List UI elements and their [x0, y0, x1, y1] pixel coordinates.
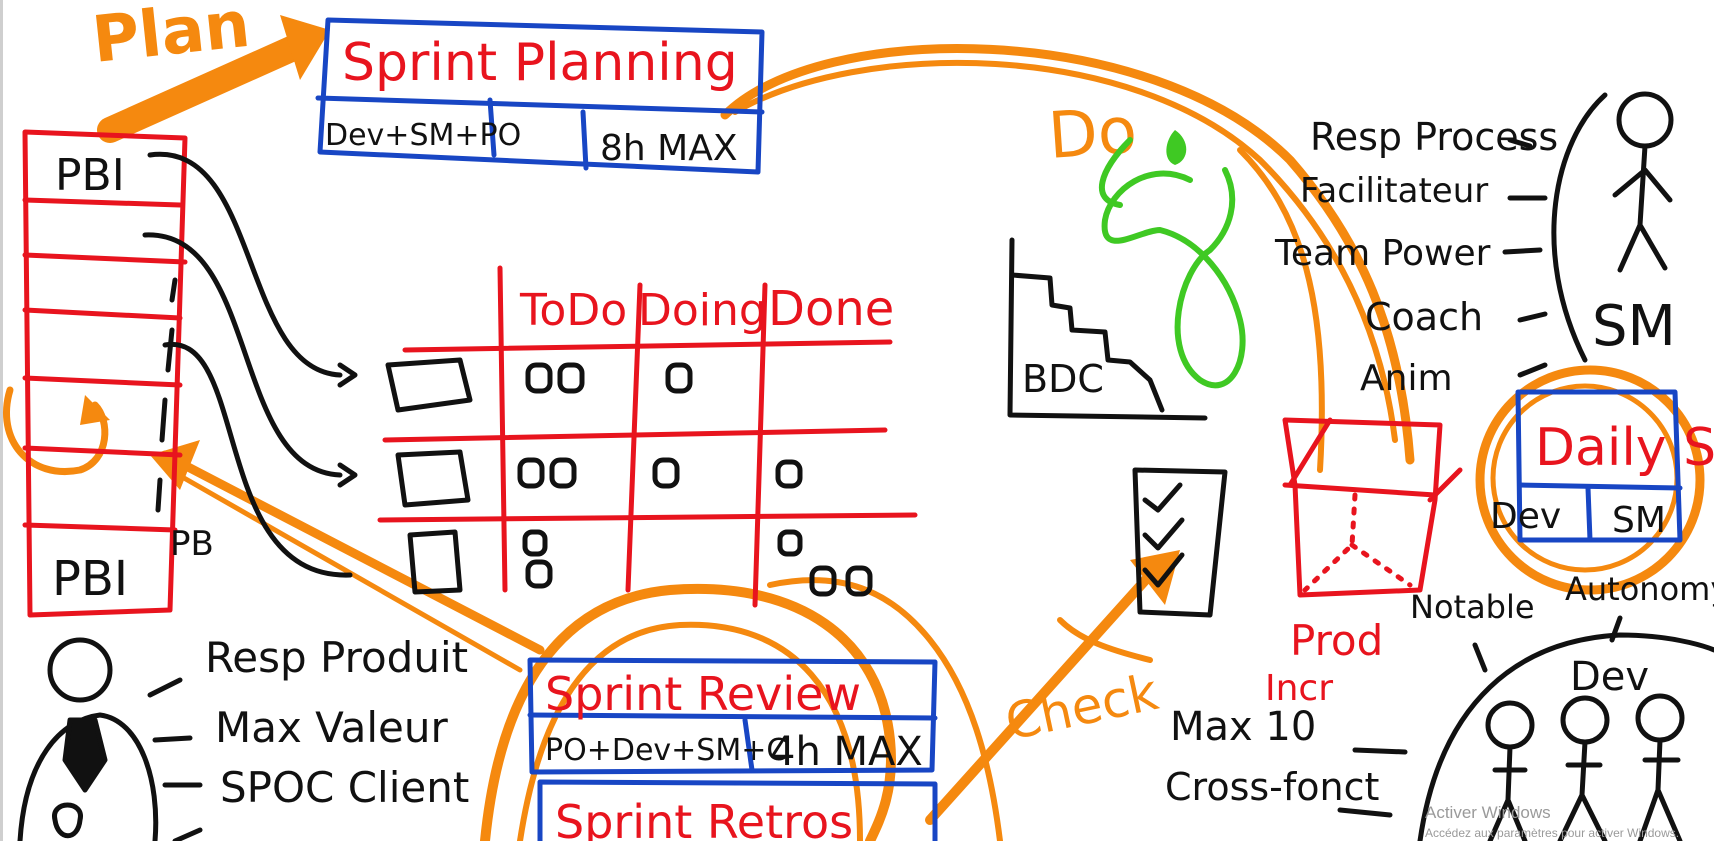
- story-card: [385, 357, 473, 413]
- product-backlog: PBI PBI PB: [22, 129, 214, 618]
- daily-cell-right: SM: [1612, 500, 1666, 541]
- sprint-planning-timebox: 8h MAX: [600, 128, 738, 169]
- dev-team-size: Max 10: [1170, 704, 1316, 750]
- backlog-label: PB: [170, 524, 214, 564]
- sm-role-5: Anim: [1360, 358, 1453, 399]
- product-owner-section: Resp Produit Max Valeur SPOC Client: [17, 633, 469, 841]
- dod-checklist: [1132, 467, 1228, 618]
- product-owner-figure: [17, 637, 159, 841]
- whiteboard-canvas: Plan Do Check Sprint Planning Dev+SM+PO …: [3, 0, 1714, 841]
- sprint-review-attendees: PO+Dev+SM+C: [545, 733, 787, 768]
- dev-note-left: Notable: [1410, 588, 1535, 626]
- sm-role-3: Team Power: [1274, 233, 1491, 274]
- do-cycle-squiggle: [1099, 137, 1246, 389]
- dev-note-right: Autonomy: [1565, 570, 1714, 608]
- do-label: Do: [1046, 94, 1139, 174]
- increment-line2: Incr: [1265, 668, 1333, 709]
- sprint-planning-title: Sprint Planning: [342, 33, 738, 93]
- dev-team-cross: Cross-fonct: [1165, 765, 1379, 809]
- sm-role-2: Facilitateur: [1300, 171, 1488, 211]
- review-to-backlog-arrow: [160, 450, 545, 655]
- scrum-master-figure: [1612, 91, 1674, 273]
- daily-title: Daily S: [1535, 418, 1714, 478]
- backlog-bottom-item: PBI: [52, 551, 128, 607]
- daily-cell-left: Dev: [1490, 496, 1561, 537]
- sprint-planning-attendees: Dev+SM+PO: [325, 118, 521, 153]
- story-card: [395, 449, 471, 508]
- kanban-col-done: Done: [768, 281, 894, 337]
- po-role-2: Max Valeur: [215, 703, 449, 752]
- product-increment: Prod Incr: [1265, 417, 1463, 709]
- po-role-3: SPOC Client: [220, 763, 469, 812]
- sm-role-4: Coach: [1365, 295, 1483, 339]
- sprint-retro-title: Sprint Retros: [555, 795, 853, 841]
- dev-team-section: Dev Notable Autonomy Max 10 Cross-fonct: [1165, 570, 1714, 841]
- scrum-master-label: SM: [1592, 294, 1676, 359]
- sm-role-1: Resp Process: [1310, 115, 1558, 159]
- sprint-planning-box: Sprint Planning Dev+SM+PO 8h MAX: [315, 17, 765, 175]
- kanban-col-doing: Doing: [638, 285, 767, 336]
- backlog-top-item: PBI: [55, 150, 125, 201]
- check-label: Check: [1000, 663, 1163, 752]
- increment-line1: Prod: [1290, 616, 1383, 665]
- dev-team-label: Dev: [1570, 654, 1649, 700]
- sprint-review-timebox: 4h MAX: [770, 729, 923, 775]
- activation-watermark-subtitle: Accédez aux paramètres pour activer Wind…: [1425, 826, 1679, 840]
- kanban-board: ToDo Doing Done: [377, 265, 918, 608]
- scrum-master-section: SM Resp Process Facilitateur Team Power …: [1274, 91, 1676, 399]
- daily-cycle: [1475, 365, 1705, 595]
- po-role-1: Resp Produit: [205, 633, 468, 682]
- burndown-label: BDC: [1022, 357, 1104, 401]
- activation-watermark-title: Activer Windows: [1425, 803, 1551, 822]
- kanban-col-todo: ToDo: [519, 285, 627, 336]
- sprint-review-title: Sprint Review: [545, 667, 861, 721]
- task-notes: [517, 362, 873, 597]
